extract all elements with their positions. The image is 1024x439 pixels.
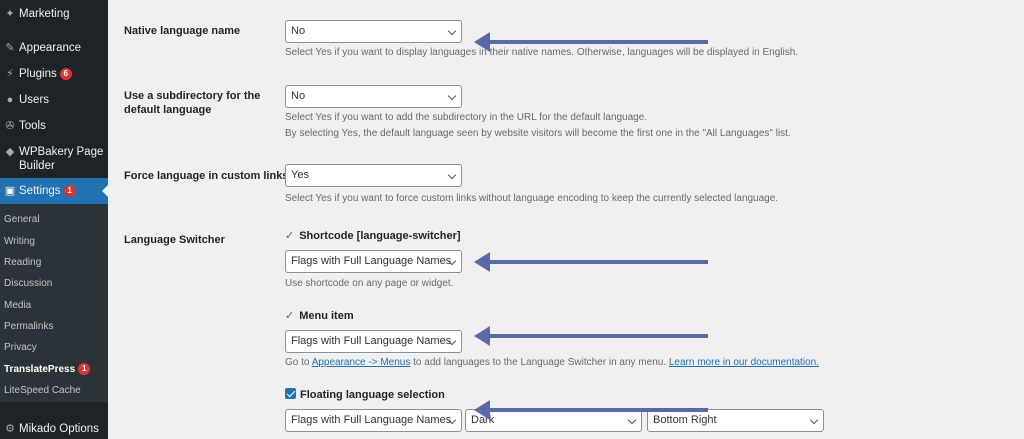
chevron-down-icon xyxy=(809,415,819,425)
submenu-translatepress[interactable]: TranslatePress 1 xyxy=(4,363,91,376)
annotation-arrow-icon xyxy=(474,326,708,346)
submenu-media[interactable]: Media xyxy=(4,300,31,312)
shortcode-style-value: Flags with Full Language Names xyxy=(291,255,452,267)
submenu-reading[interactable]: Reading xyxy=(4,257,41,269)
menu-item-label: Menu item xyxy=(299,310,354,322)
menu-desc-middle: to add languages to the Language Switche… xyxy=(410,357,669,368)
plugins-update-badge: 6 xyxy=(59,68,72,80)
subdirectory-label: Use a subdirectory for the default langu… xyxy=(124,89,260,117)
submenu-general[interactable]: General xyxy=(4,214,40,226)
checkmark-icon: ✓ xyxy=(285,230,295,242)
submenu-discussion[interactable]: Discussion xyxy=(4,278,52,290)
translatepress-badge: 1 xyxy=(78,363,91,375)
marketing-icon: ✦ xyxy=(5,8,15,20)
force-language-label: Force language in custom links xyxy=(124,170,289,182)
force-language-description: Select Yes if you want to force custom l… xyxy=(285,193,779,204)
shortcode-description: Use shortcode on any page or widget. xyxy=(285,278,454,289)
settings-icon: ▣ xyxy=(4,185,16,197)
native-language-label: Native language name xyxy=(124,25,241,37)
floating-style-value: Flags with Full Language Names xyxy=(291,414,452,426)
subdirectory-description-1: Select Yes if you want to add the subdir… xyxy=(285,112,648,123)
menu-item-option[interactable]: ✓ Menu item xyxy=(285,309,354,323)
wrench-icon: ✇ xyxy=(5,120,15,132)
settings-content: Native language name No Select Yes if yo… xyxy=(108,0,1024,439)
subdirectory-label-line2: default language xyxy=(124,104,212,116)
documentation-link[interactable]: Learn more in our documentation. xyxy=(669,357,819,368)
force-language-value: Yes xyxy=(291,169,309,181)
menu-item-style-value: Flags with Full Language Names xyxy=(291,335,452,347)
language-switcher-label: Language Switcher xyxy=(124,234,225,246)
native-language-select[interactable]: No xyxy=(285,20,462,43)
submenu-permalinks[interactable]: Permalinks xyxy=(4,321,53,333)
plugin-icon: ⚡ xyxy=(6,68,14,80)
annotation-arrow-icon xyxy=(474,400,708,420)
menu-item-style-select[interactable]: Flags with Full Language Names xyxy=(285,330,462,353)
paintbrush-icon: ✎ xyxy=(5,42,15,54)
shortcode-option[interactable]: ✓ Shortcode [language-switcher] xyxy=(285,229,461,243)
chevron-down-icon xyxy=(447,170,457,180)
menu-item-description: Go to Appearance -> Menus to add languag… xyxy=(285,356,819,370)
subdirectory-description-2: By selecting Yes, the default language s… xyxy=(285,128,791,139)
floating-selection-label: Floating language selection xyxy=(300,389,445,401)
floating-checkbox[interactable] xyxy=(285,388,296,399)
users-icon: ● xyxy=(6,94,14,106)
admin-sidebar: ✦ Marketing ✎ Appearance ⚡ Plugins 6 ● Us… xyxy=(0,0,108,439)
chevron-down-icon xyxy=(447,26,457,36)
subdirectory-select[interactable]: No xyxy=(285,85,462,108)
force-language-select[interactable]: Yes xyxy=(285,164,462,187)
wpbakery-icon: ◆ xyxy=(5,146,15,158)
submenu-litespeed-cache[interactable]: LiteSpeed Cache xyxy=(4,385,81,397)
checkmark-icon: ✓ xyxy=(285,310,295,322)
native-language-value: No xyxy=(291,25,306,37)
annotation-arrow-icon xyxy=(474,252,708,272)
menu-desc-prefix: Go to xyxy=(285,357,312,368)
submenu-privacy[interactable]: Privacy xyxy=(4,342,37,354)
settings-badge: 1 xyxy=(63,185,76,197)
floating-style-select[interactable]: Flags with Full Language Names xyxy=(285,409,462,432)
plugins-label: Plugins xyxy=(19,68,57,80)
subdirectory-label-line1: Use a subdirectory for the xyxy=(124,90,261,102)
translatepress-label: TranslatePress xyxy=(4,364,76,375)
annotation-arrow-icon xyxy=(474,32,708,52)
gear-icon: ⚙ xyxy=(5,423,15,435)
submenu-writing[interactable]: Writing xyxy=(4,236,35,248)
appearance-menus-link[interactable]: Appearance -> Menus xyxy=(312,357,411,368)
settings-submenu: General Writing Reading Discussion Media… xyxy=(0,204,108,402)
subdirectory-value: No xyxy=(291,90,306,102)
chevron-down-icon xyxy=(447,91,457,101)
shortcode-label: Shortcode [language-switcher] xyxy=(299,230,461,242)
shortcode-style-select[interactable]: Flags with Full Language Names xyxy=(285,250,462,273)
settings-label: Settings xyxy=(19,185,61,197)
sidebar-item-settings[interactable]: ▣ Settings 1 xyxy=(0,178,108,204)
floating-selection-option[interactable]: Floating language selection xyxy=(285,388,445,402)
